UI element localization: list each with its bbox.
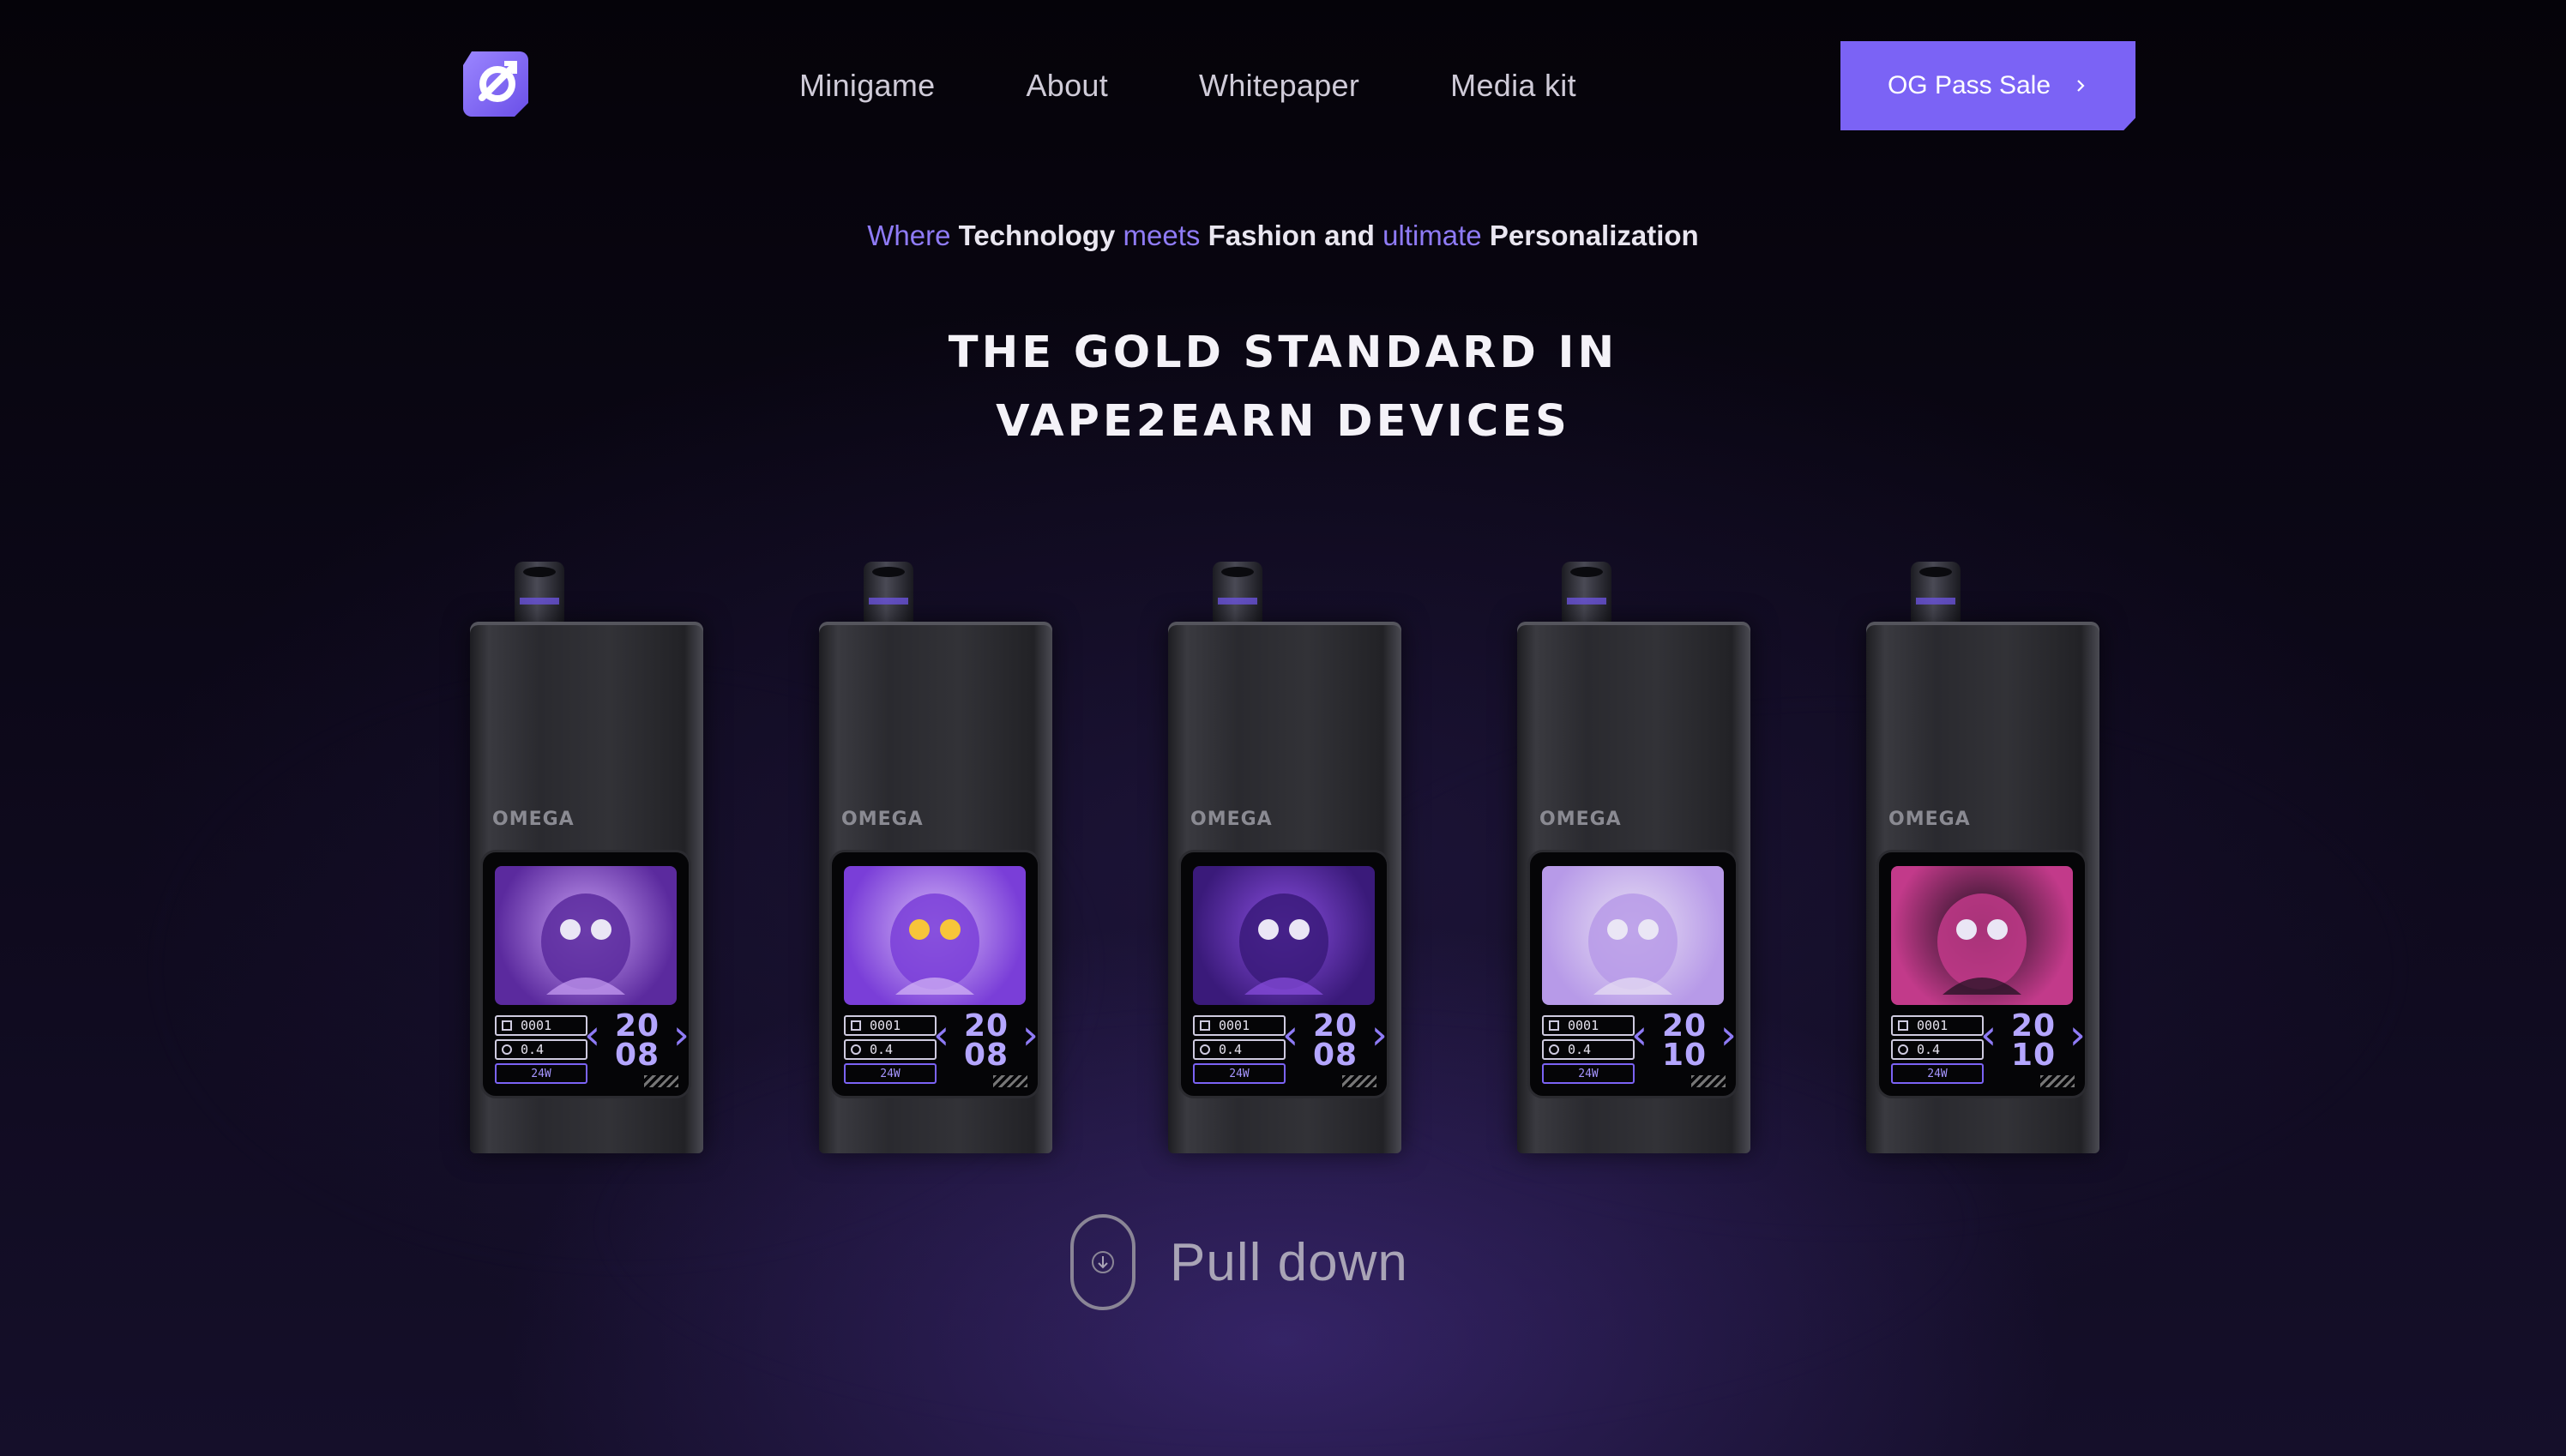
nft-artwork bbox=[1193, 866, 1375, 1005]
hazard-stripes bbox=[1691, 1075, 1726, 1087]
vape-device: OMEGA 0001 0.4 24W bbox=[1866, 562, 2099, 1153]
vape-device: OMEGA 0001 0.4 24W bbox=[1168, 562, 1401, 1153]
device-brand: OMEGA bbox=[1888, 809, 1971, 830]
nav-links: Minigame About Whitepaper Media kit bbox=[799, 41, 1667, 130]
mouthpiece bbox=[1911, 562, 1961, 623]
device-date: 20 08 bbox=[933, 1011, 1039, 1071]
omega-hands-emblem-icon bbox=[1239, 893, 1328, 995]
device-brand: OMEGA bbox=[841, 809, 924, 830]
puff-count: 0001 bbox=[1193, 1015, 1286, 1036]
device-body: OMEGA 0001 0.4 24W bbox=[819, 622, 1052, 1153]
wattage: 24W bbox=[844, 1063, 937, 1084]
robot-character-icon bbox=[1588, 893, 1678, 995]
mouthpiece bbox=[1562, 562, 1611, 623]
hero-headline: THE GOLD STANDARD IN VAPE2EARN DEVICES bbox=[0, 319, 2566, 456]
device-stats: 0001 0.4 24W bbox=[1193, 1015, 1286, 1087]
device-body: OMEGA 0001 0.4 24W bbox=[1866, 622, 2099, 1153]
mouthpiece bbox=[515, 562, 564, 623]
device-screen: 0001 0.4 24W 20 08 bbox=[480, 850, 691, 1098]
crow-mask-character-icon bbox=[541, 893, 630, 995]
device-brand: OMEGA bbox=[1190, 809, 1273, 830]
chevron-right-icon bbox=[2077, 80, 2085, 92]
og-pass-sale-button[interactable]: OG Pass Sale bbox=[1840, 41, 2135, 130]
device-stats: 0001 0.4 24W bbox=[495, 1015, 587, 1087]
vape-device: OMEGA 0001 0.4 24W bbox=[470, 562, 703, 1153]
pull-down-indicator[interactable]: Pull down bbox=[1070, 1214, 1408, 1310]
mouthpiece bbox=[1213, 562, 1262, 623]
og-pass-sale-label: OG Pass Sale bbox=[1887, 71, 2051, 99]
nft-artwork bbox=[1891, 866, 2073, 1005]
wattage: 24W bbox=[495, 1063, 587, 1084]
ohm-value: 0.4 bbox=[495, 1039, 587, 1060]
ohm-value: 0.4 bbox=[1891, 1039, 1984, 1060]
wattage: 24W bbox=[1193, 1063, 1286, 1084]
device-lineup: OMEGA 0001 0.4 24W ‹ 20 08 › OMEGA 0001 … bbox=[470, 562, 2099, 1162]
device-brand: OMEGA bbox=[1539, 809, 1622, 830]
device-body: OMEGA 0001 0.4 24W bbox=[470, 622, 703, 1153]
wattage: 24W bbox=[1542, 1063, 1635, 1084]
mouthpiece bbox=[864, 562, 913, 623]
tagline-part: Where bbox=[867, 220, 959, 251]
tagline-part: Fashion and bbox=[1208, 220, 1383, 251]
scroll-down-arrow-icon bbox=[1070, 1214, 1135, 1310]
puff-count: 0001 bbox=[495, 1015, 587, 1036]
puff-count: 0001 bbox=[1891, 1015, 1984, 1036]
headline-line-1: THE GOLD STANDARD IN bbox=[948, 328, 1618, 378]
device-date: 20 10 bbox=[1631, 1011, 1738, 1071]
logo-icon[interactable] bbox=[463, 51, 528, 117]
device-screen: 0001 0.4 24W 20 10 bbox=[1876, 850, 2087, 1098]
puff-count: 0001 bbox=[844, 1015, 937, 1036]
device-date: 20 08 bbox=[1282, 1011, 1388, 1071]
device-screen: 0001 0.4 24W 20 08 bbox=[1178, 850, 1389, 1098]
hazard-stripes bbox=[2040, 1075, 2075, 1087]
device-screen: 0001 0.4 24W 20 10 bbox=[1527, 850, 1738, 1098]
device-stats: 0001 0.4 24W bbox=[1542, 1015, 1635, 1087]
hazard-stripes bbox=[1342, 1075, 1376, 1087]
hero-tagline: Where Technology meets Fashion and ultim… bbox=[0, 220, 2566, 252]
tagline-part: ultimate bbox=[1382, 220, 1490, 251]
nav-link-media-kit[interactable]: Media kit bbox=[1450, 68, 1576, 104]
device-stats: 0001 0.4 24W bbox=[844, 1015, 937, 1087]
device-body: OMEGA 0001 0.4 24W bbox=[1168, 622, 1401, 1153]
device-brand: OMEGA bbox=[492, 809, 575, 830]
nav-link-whitepaper[interactable]: Whitepaper bbox=[1199, 68, 1359, 104]
skull-character-icon bbox=[890, 893, 979, 995]
tagline-part: meets bbox=[1123, 220, 1208, 251]
ohm-value: 0.4 bbox=[1193, 1039, 1286, 1060]
ohm-value: 0.4 bbox=[844, 1039, 937, 1060]
vape-device: OMEGA 0001 0.4 24W bbox=[1517, 562, 1750, 1153]
hazard-stripes bbox=[993, 1075, 1027, 1087]
pull-down-label: Pull down bbox=[1170, 1232, 1408, 1292]
wattage: 24W bbox=[1891, 1063, 1984, 1084]
nft-artwork bbox=[1542, 866, 1724, 1005]
device-stats: 0001 0.4 24W bbox=[1891, 1015, 1984, 1087]
device-body: OMEGA 0001 0.4 24W bbox=[1517, 622, 1750, 1153]
masked-ninja-character-icon bbox=[1937, 893, 2027, 995]
device-date: 20 08 bbox=[584, 1011, 690, 1071]
puff-count: 0001 bbox=[1542, 1015, 1635, 1036]
device-screen: 0001 0.4 24W 20 08 bbox=[829, 850, 1040, 1098]
hazard-stripes bbox=[644, 1075, 678, 1087]
tagline-part: Technology bbox=[958, 220, 1123, 251]
vape-device: OMEGA 0001 0.4 24W bbox=[819, 562, 1052, 1153]
nav-link-about[interactable]: About bbox=[1026, 68, 1108, 104]
nav-link-minigame[interactable]: Minigame bbox=[799, 68, 935, 104]
nft-artwork bbox=[495, 866, 677, 1005]
headline-line-2: VAPE2EARN DEVICES bbox=[996, 396, 1570, 447]
nft-artwork bbox=[844, 866, 1026, 1005]
tagline-part: Personalization bbox=[1489, 220, 1699, 251]
top-nav: Minigame About Whitepaper Media kit OG P… bbox=[463, 41, 2135, 130]
ohm-value: 0.4 bbox=[1542, 1039, 1635, 1060]
device-date: 20 10 bbox=[1980, 1011, 2087, 1071]
